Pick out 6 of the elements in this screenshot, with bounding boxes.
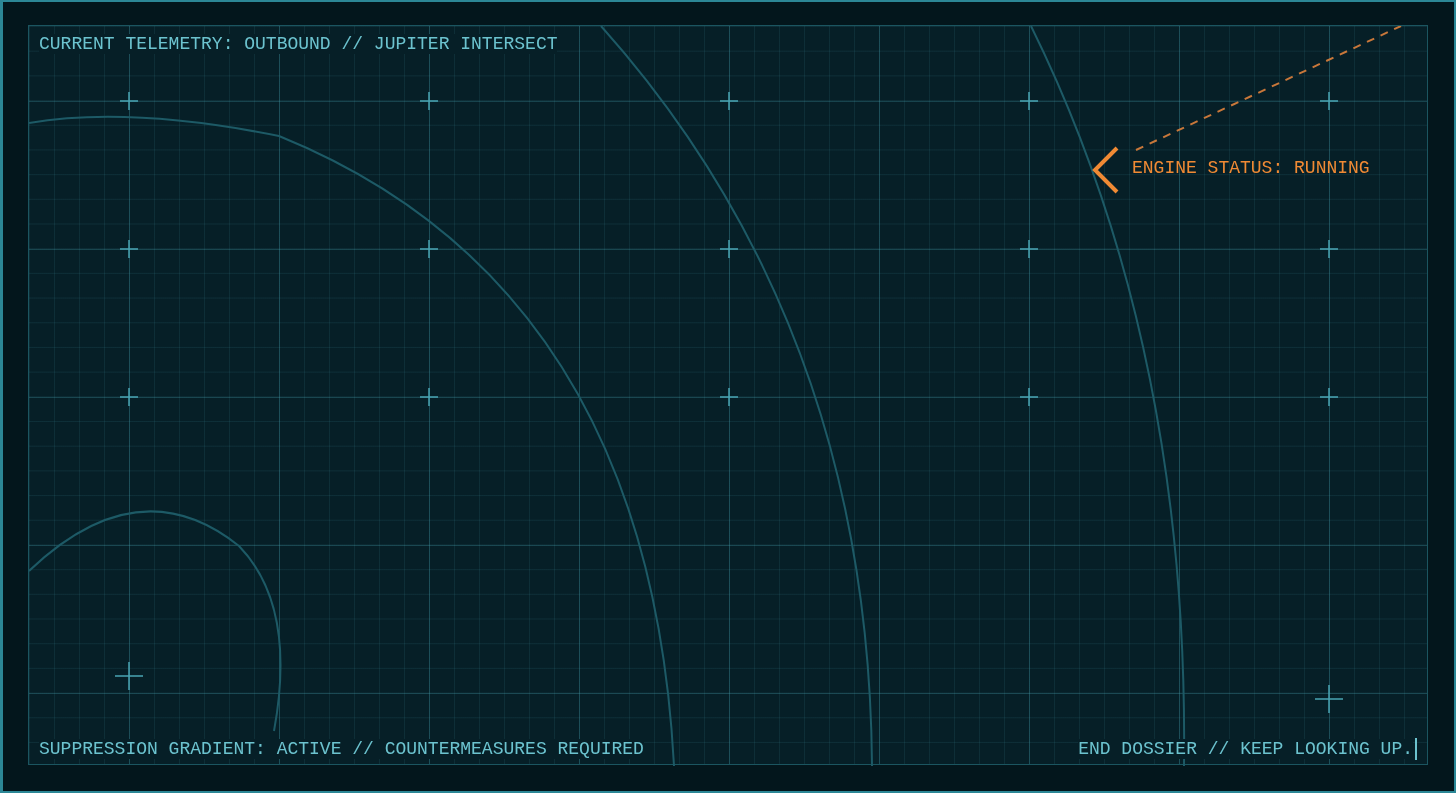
engine-status-label: ENGINE STATUS: RUNNING	[1132, 158, 1370, 178]
telemetry-label: CURRENT TELEMETRY: OUTBOUND // JUPITER INTERSECT	[39, 34, 558, 54]
text-cursor-icon	[1415, 738, 1417, 760]
suppression-label: SUPPRESSION GRADIENT: ACTIVE // COUNTERMEASURES REQUIRED	[39, 739, 644, 759]
chevron-icon	[1092, 146, 1119, 194]
end-dossier-label: END DOSSIER // KEEP LOOKING UP.	[1078, 739, 1413, 759]
